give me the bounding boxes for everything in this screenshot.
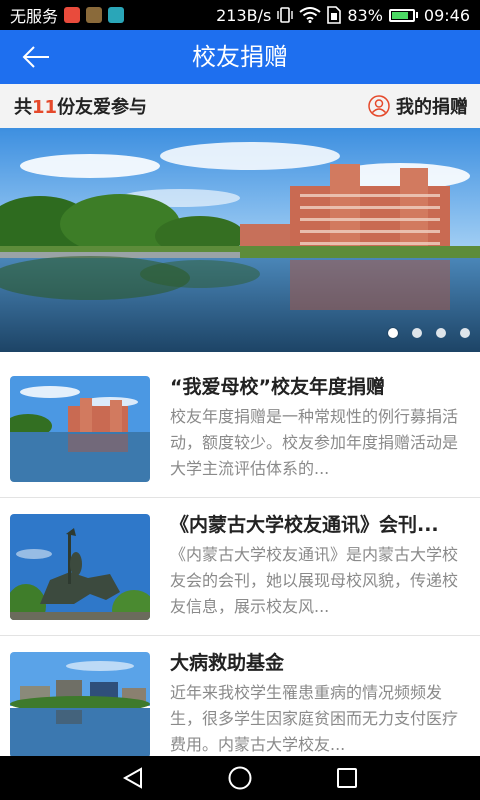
thumbnail-campus-buildings <box>10 652 150 756</box>
list-item-text: 《内蒙古大学校友通讯》会刊... 《内蒙古大学校友通讯》是内蒙古大学校友会的会刊… <box>170 512 466 620</box>
my-donation-button[interactable]: 我的捐赠 <box>368 93 468 119</box>
participant-count: 11 <box>32 97 58 118</box>
list-item-title: “我爱母校”校友年度捐赠 <box>170 376 385 398</box>
participant-summary: 共11份友爱参与 <box>14 93 147 119</box>
square-recents-icon <box>336 768 357 788</box>
back-arrow-icon <box>22 46 49 68</box>
app-notification-icon <box>64 7 81 23</box>
carousel-indicator <box>388 328 470 338</box>
battery-icon <box>388 8 418 22</box>
donation-project-list: “我爱母校”校友年度捐赠 校友年度捐赠是一种常规性的例行募捐活动，额度较少。校友… <box>0 360 480 756</box>
list-item[interactable]: “我爱母校”校友年度捐赠 校友年度捐赠是一种常规性的例行募捐活动，额度较少。校友… <box>0 360 480 498</box>
network-speed: 213B/s <box>216 5 272 25</box>
carousel-dot[interactable] <box>412 328 422 338</box>
system-navigation-bar <box>0 756 480 800</box>
list-item[interactable]: 《内蒙古大学校友通讯》会刊... 《内蒙古大学校友通讯》是内蒙古大学校友会的会刊… <box>0 498 480 636</box>
circle-home-icon <box>228 766 252 790</box>
app-bar: 校友捐赠 <box>0 30 480 84</box>
list-item-description: 近年来我校学生罹患重病的情况频频发生，很多学生因家庭贫困而无力支付医疗费用。内蒙… <box>170 683 459 754</box>
summary-row: 共11份友爱参与 我的捐赠 <box>0 84 480 128</box>
wifi-icon <box>299 7 321 23</box>
list-item-title: 大病救助基金 <box>170 652 285 674</box>
nav-home-button[interactable] <box>220 760 260 796</box>
list-item-text: 大病救助基金 近年来我校学生罹患重病的情况频频发生，很多学生因家庭贫困而无力支付… <box>170 650 466 756</box>
vibrate-icon <box>277 7 294 23</box>
carousel-dot[interactable] <box>460 328 470 338</box>
status-left: 无服务 <box>10 3 125 27</box>
app-notification-icon <box>108 7 125 23</box>
list-item-title: 《内蒙古大学校友通讯》会刊... <box>170 514 439 536</box>
app-notification-icon <box>86 7 103 23</box>
nav-back-button[interactable] <box>113 760 153 796</box>
summary-suffix: 份友爱参与 <box>57 97 148 118</box>
thumbnail-campus-lake <box>10 376 150 482</box>
banner-carousel[interactable] <box>0 128 480 352</box>
thumbnail-statue <box>10 514 150 620</box>
list-item-description: 《内蒙古大学校友通讯》是内蒙古大学校友会的会刊，她以展现母校风貌，传递校友信息，… <box>170 545 459 616</box>
carousel-dot[interactable] <box>436 328 446 338</box>
clock: 09:46 <box>423 5 470 25</box>
battery-percent: 83% <box>347 5 383 25</box>
status-right: 213B/s 83% 09:46 <box>216 6 470 25</box>
summary-prefix: 共 <box>14 97 32 118</box>
back-button[interactable] <box>16 40 56 74</box>
carousel-dot[interactable] <box>388 328 398 338</box>
sim-icon <box>327 6 342 24</box>
carrier-text: 无服务 <box>10 7 59 26</box>
banner-image <box>0 128 480 352</box>
my-donation-label: 我的捐赠 <box>396 97 468 118</box>
list-item-text: “我爱母校”校友年度捐赠 校友年度捐赠是一种常规性的例行募捐活动，额度较少。校友… <box>170 374 466 482</box>
list-item[interactable]: 大病救助基金 近年来我校学生罹患重病的情况频频发生，很多学生因家庭贫困而无力支付… <box>0 636 480 756</box>
user-icon <box>368 95 390 117</box>
list-item-description: 校友年度捐赠是一种常规性的例行募捐活动，额度较少。校友参加年度捐赠活动是大学主流… <box>170 407 459 478</box>
triangle-back-icon <box>123 767 143 789</box>
status-bar: 无服务 213B/s 83% 09:46 <box>0 0 480 30</box>
nav-recents-button[interactable] <box>327 760 367 796</box>
page-title: 校友捐赠 <box>192 43 288 71</box>
